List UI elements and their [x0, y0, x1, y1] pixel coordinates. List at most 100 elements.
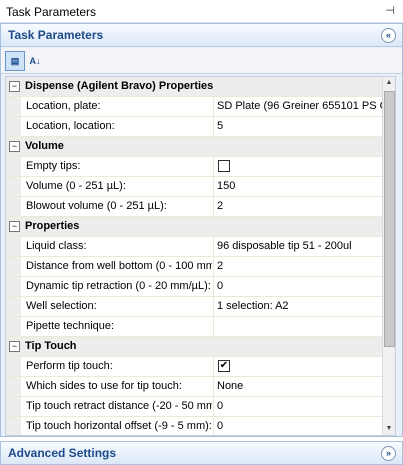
- advanced-settings-header[interactable]: Advanced Settings »: [0, 441, 403, 465]
- property-checkbox[interactable]: [218, 160, 230, 172]
- scroll-up-icon[interactable]: ▲: [383, 77, 395, 89]
- property-name: Distance from well bottom (0 - 100 mm: [26, 260, 212, 272]
- property-checkbox[interactable]: ✔: [218, 360, 230, 372]
- property-row[interactable]: Empty tips:: [6, 157, 395, 177]
- row-gutter: [6, 177, 21, 196]
- column-divider[interactable]: [213, 377, 214, 396]
- collapse-category-icon[interactable]: −: [9, 341, 20, 352]
- property-value[interactable]: 1 selection: A2: [217, 300, 382, 312]
- category-label: Properties: [25, 220, 80, 232]
- collapse-category-icon[interactable]: −: [9, 81, 20, 92]
- property-name: Liquid class:: [26, 240, 87, 252]
- property-row[interactable]: Volume (0 - 251 µL): 150: [6, 177, 395, 197]
- property-value[interactable]: 0: [217, 400, 382, 412]
- row-gutter: [6, 97, 21, 116]
- row-gutter: [6, 317, 21, 336]
- property-value[interactable]: 0: [217, 420, 382, 432]
- category-row[interactable]: − Dispense (Agilent Bravo) Properties: [6, 77, 395, 97]
- property-name: Which sides to use for tip touch:: [26, 380, 182, 392]
- property-row[interactable]: Tip touch horizontal offset (-9 - 5 mm):…: [6, 417, 395, 435]
- property-rows: − Dispense (Agilent Bravo) Properties Loca…: [6, 77, 395, 435]
- property-row[interactable]: Dynamic tip retraction (0 - 20 mm/µL): 0: [6, 277, 395, 297]
- property-name: Tip touch retract distance (-20 - 50 mm: [26, 400, 212, 412]
- property-row[interactable]: Location, plate: SD Plate (96 Greiner 655…: [6, 97, 395, 117]
- property-value[interactable]: 2: [217, 260, 382, 272]
- column-divider[interactable]: [213, 397, 214, 416]
- row-gutter: [6, 377, 21, 396]
- property-row[interactable]: Tip touch retract distance (-20 - 50 mm 0: [6, 397, 395, 417]
- column-divider[interactable]: [213, 157, 214, 176]
- collapse-category-icon[interactable]: −: [9, 221, 20, 232]
- property-value[interactable]: 2: [217, 200, 382, 212]
- expand-icon[interactable]: »: [381, 446, 396, 461]
- property-name: Tip touch horizontal offset (-9 - 5 mm):: [26, 420, 212, 432]
- row-gutter: [6, 277, 21, 296]
- category-label: Dispense (Agilent Bravo) Properties: [25, 80, 214, 92]
- property-value[interactable]: 0: [217, 280, 382, 292]
- property-name: Location, plate:: [26, 100, 101, 112]
- row-gutter: [6, 157, 21, 176]
- scroll-thumb[interactable]: [384, 91, 395, 347]
- property-name: Dynamic tip retraction (0 - 20 mm/µL):: [26, 280, 211, 292]
- column-divider[interactable]: [213, 317, 214, 336]
- property-value[interactable]: 5: [217, 120, 382, 132]
- alphabetical-sort-icon[interactable]: A↓: [25, 51, 45, 71]
- property-row[interactable]: Location, location: 5: [6, 117, 395, 137]
- property-row[interactable]: Liquid class: 96 disposable tip 51 - 200u…: [6, 237, 395, 257]
- property-name: Empty tips:: [26, 160, 81, 172]
- property-name: Pipette technique:: [26, 320, 115, 332]
- category-row[interactable]: − Volume: [6, 137, 395, 157]
- pin-icon[interactable]: ⊣: [385, 4, 395, 17]
- column-divider[interactable]: [213, 237, 214, 256]
- property-name: Perform tip touch:: [26, 360, 113, 372]
- category-label: Volume: [25, 140, 64, 152]
- row-gutter: [6, 417, 21, 435]
- property-row[interactable]: Well selection: 1 selection: A2: [6, 297, 395, 317]
- row-gutter: [6, 397, 21, 416]
- property-row[interactable]: Pipette technique:: [6, 317, 395, 337]
- task-parameters-panel: Task Parameters « ▤ A↓ − Dispense (Agilen…: [0, 23, 403, 437]
- column-divider[interactable]: [213, 97, 214, 116]
- panel-title: Task Parameters: [8, 28, 104, 42]
- column-divider[interactable]: [213, 357, 214, 376]
- property-name: Volume (0 - 251 µL):: [26, 180, 126, 192]
- category-label: Tip Touch: [25, 340, 77, 352]
- column-divider[interactable]: [213, 297, 214, 316]
- row-gutter: [6, 237, 21, 256]
- scroll-down-icon[interactable]: ▼: [383, 423, 395, 435]
- property-value[interactable]: 150: [217, 180, 382, 192]
- task-parameters-header[interactable]: Task Parameters «: [1, 24, 402, 47]
- vertical-scrollbar[interactable]: ▲ ▼: [382, 77, 395, 435]
- column-divider[interactable]: [213, 277, 214, 296]
- property-grid: − Dispense (Agilent Bravo) Properties Loca…: [5, 76, 396, 436]
- advanced-settings-title: Advanced Settings: [8, 446, 117, 460]
- collapse-category-icon[interactable]: −: [9, 141, 20, 152]
- property-value[interactable]: SD Plate (96 Greiner 655101 PS Clr: [217, 100, 382, 112]
- row-gutter: [6, 297, 21, 316]
- categorized-view-icon[interactable]: ▤: [5, 51, 25, 71]
- property-toolbar: ▤ A↓: [1, 48, 402, 74]
- column-divider[interactable]: [213, 177, 214, 196]
- property-row[interactable]: Perform tip touch: ✔: [6, 357, 395, 377]
- property-row[interactable]: Blowout volume (0 - 251 µL): 2: [6, 197, 395, 217]
- row-gutter: [6, 357, 21, 376]
- column-divider[interactable]: [213, 197, 214, 216]
- property-name: Blowout volume (0 - 251 µL):: [26, 200, 167, 212]
- property-row[interactable]: Which sides to use for tip touch: None: [6, 377, 395, 397]
- property-name: Location, location:: [26, 120, 115, 132]
- window-titlebar: Task Parameters ⊣: [0, 0, 403, 23]
- property-row[interactable]: Distance from well bottom (0 - 100 mm 2: [6, 257, 395, 277]
- row-gutter: [6, 257, 21, 276]
- window-title: Task Parameters: [6, 5, 97, 19]
- column-divider[interactable]: [213, 417, 214, 435]
- column-divider[interactable]: [213, 117, 214, 136]
- property-value[interactable]: 96 disposable tip 51 - 200ul: [217, 240, 382, 252]
- category-row[interactable]: − Properties: [6, 217, 395, 237]
- row-gutter: [6, 117, 21, 136]
- column-divider[interactable]: [213, 257, 214, 276]
- category-row[interactable]: − Tip Touch: [6, 337, 395, 357]
- row-gutter: [6, 197, 21, 216]
- property-name: Well selection:: [26, 300, 97, 312]
- collapse-icon[interactable]: «: [381, 28, 396, 43]
- property-value[interactable]: None: [217, 380, 382, 392]
